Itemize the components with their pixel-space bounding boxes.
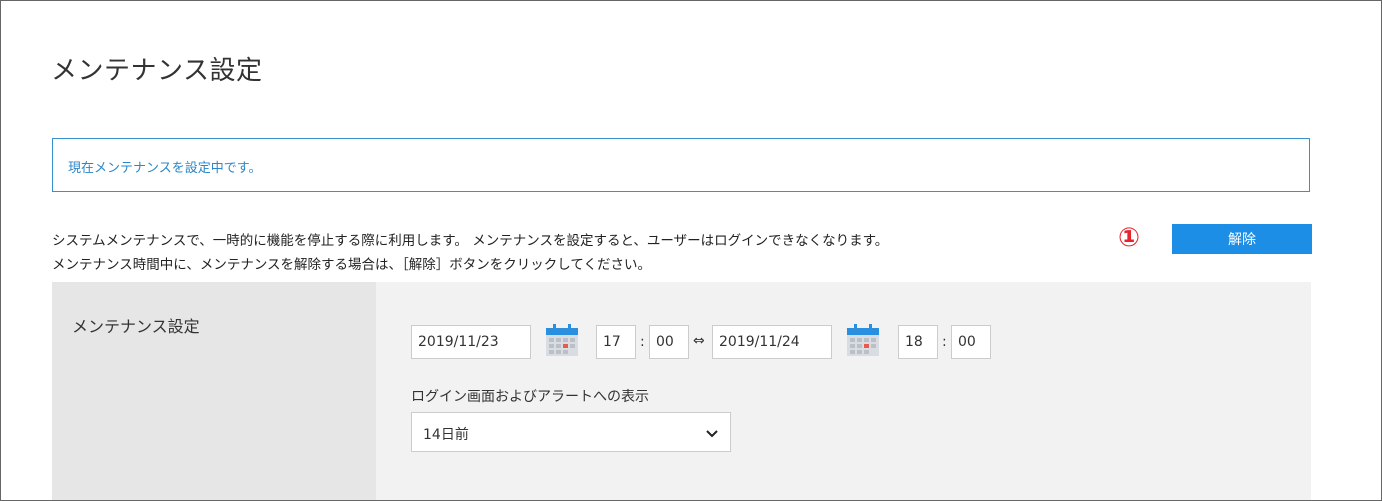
calendar-icon[interactable] (545, 324, 579, 357)
annotation-marker: ① (1117, 223, 1140, 253)
description-line-2: メンテナンス時間中に、メンテナンスを解除する場合は、［解除］ボタンをクリックして… (52, 257, 651, 273)
end-hour-input[interactable]: 18 (898, 325, 938, 359)
start-minute-input[interactable]: 00 (649, 325, 689, 359)
description: システムメンテナンスで、一時的に機能を停止する際に利用します。 メンテナンスを設… (52, 229, 888, 277)
calendar-icon[interactable] (846, 324, 880, 357)
release-button[interactable]: 解除 (1172, 224, 1312, 254)
alert-display-label: ログイン画面およびアラートへの表示 (411, 389, 649, 405)
end-minute-input[interactable]: 00 (951, 325, 991, 359)
alert-display-value: 14日前 (423, 427, 469, 443)
end-time-separator: : (942, 334, 947, 350)
range-separator: ⇔ (693, 333, 705, 349)
start-hour-input[interactable]: 17 (596, 325, 636, 359)
start-time-separator: : (640, 334, 645, 350)
status-notice: 現在メンテナンスを設定中です。 (52, 138, 1310, 192)
end-date-input[interactable]: 2019/11/24 (712, 325, 832, 359)
chevron-down-icon (706, 430, 718, 438)
settings-label: メンテナンス設定 (72, 317, 200, 336)
alert-display-select[interactable]: 14日前 (411, 412, 731, 452)
status-notice-text: 現在メンテナンスを設定中です。 (68, 161, 262, 176)
settings-label-column: メンテナンス設定 (52, 282, 376, 500)
start-date-input[interactable]: 2019/11/23 (411, 325, 531, 359)
description-line-1: システムメンテナンスで、一時的に機能を停止する際に利用します。 メンテナンスを設… (52, 233, 889, 249)
page-title: メンテナンス設定 (51, 56, 263, 86)
